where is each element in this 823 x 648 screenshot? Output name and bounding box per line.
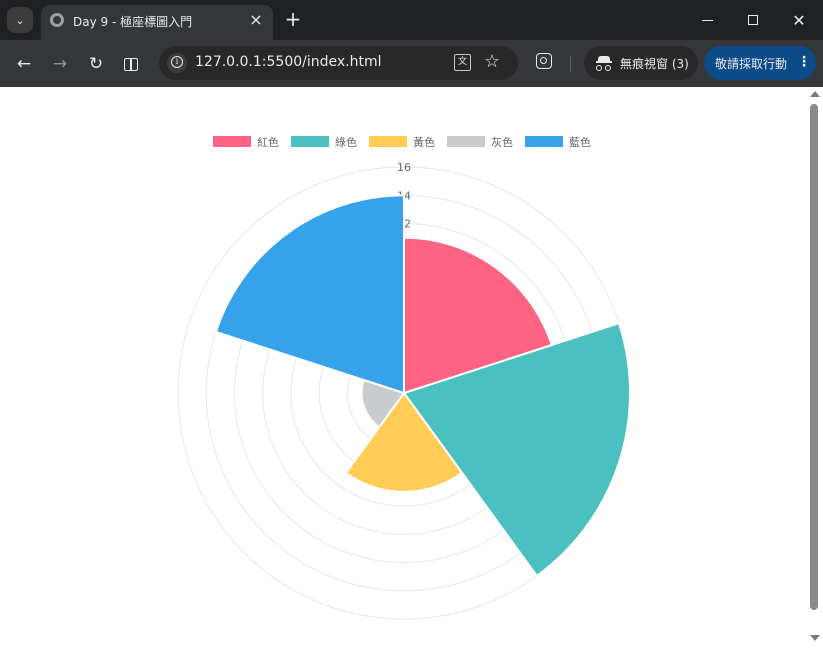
action-label: 敬請採取行動	[715, 57, 788, 71]
legend-label-3[interactable]: 黃色	[413, 135, 435, 149]
site-info-icon[interactable]: i	[167, 53, 187, 73]
scroll-up-arrow-icon[interactable]	[810, 91, 820, 97]
new-tab-button[interactable]: +	[282, 9, 304, 31]
close-tab-icon[interactable]: ×	[247, 11, 265, 29]
browser-toolbar: ← → ↻ i 127.0.0.1:5500/index.html 文 ☆ 無痕…	[0, 40, 823, 87]
maximize-button[interactable]	[730, 5, 776, 35]
action-button[interactable]: 敬請採取行動 ⋮	[704, 46, 816, 80]
split-view-icon	[124, 58, 138, 71]
incognito-indicator[interactable]: 無痕視窗 (3)	[584, 46, 698, 80]
bookmark-star-icon[interactable]: ☆	[484, 51, 500, 72]
legend-label-2[interactable]: 綠色	[335, 135, 357, 149]
incognito-label: 無痕視窗 (3)	[620, 57, 689, 71]
active-tab[interactable]: Day 9 - 極座標圖入門 ×	[41, 5, 273, 40]
legend-label-4[interactable]: 灰色	[491, 135, 513, 149]
reload-button[interactable]: ↻	[83, 51, 109, 77]
tab-title: Day 9 - 極座標圖入門	[73, 15, 193, 29]
page-content: 246810121416紅色綠色黃色灰色藍色	[0, 87, 823, 648]
menu-dots-icon[interactable]: ⋮	[797, 54, 811, 70]
legend-swatch-2[interactable]	[291, 136, 329, 147]
lens-icon[interactable]	[536, 53, 552, 69]
vertical-scrollbar[interactable]	[806, 87, 823, 648]
globe-icon	[50, 13, 64, 27]
scroll-down-arrow-icon[interactable]	[810, 635, 820, 641]
maximize-icon	[748, 15, 758, 25]
legend-swatch-5[interactable]	[525, 136, 563, 147]
tab-strip: ⌄ Day 9 - 極座標圖入門 × + ✕	[0, 0, 823, 40]
forward-button[interactable]: →	[47, 51, 73, 77]
scrollbar-thumb[interactable]	[810, 104, 818, 610]
back-button[interactable]: ←	[11, 51, 37, 77]
tab-search-button[interactable]: ⌄	[7, 7, 33, 33]
polar-sector-overlay-5	[214, 194, 405, 395]
incognito-icon	[596, 55, 612, 71]
close-window-button[interactable]: ✕	[776, 5, 822, 35]
polar-area-chart: 246810121416紅色綠色黃色灰色藍色	[177, 135, 631, 620]
url-text[interactable]: 127.0.0.1:5500/index.html	[195, 54, 382, 70]
toolbar-divider	[570, 56, 571, 72]
minimize-button[interactable]	[684, 5, 730, 35]
legend-swatch-1[interactable]	[213, 136, 251, 147]
legend-swatch-3[interactable]	[369, 136, 407, 147]
browser-window: ⌄ Day 9 - 極座標圖入門 × + ✕ ← → ↻ i 127.0.0.1…	[0, 0, 823, 648]
legend-label-5[interactable]: 藍色	[569, 135, 591, 149]
legend-label-1[interactable]: 紅色	[257, 135, 279, 149]
minimize-icon	[701, 19, 713, 21]
address-bar[interactable]: i 127.0.0.1:5500/index.html 文 ☆	[159, 46, 518, 80]
split-view-button[interactable]	[118, 51, 144, 77]
translate-icon[interactable]: 文	[454, 54, 471, 71]
radial-tick-label: 16	[397, 161, 411, 174]
legend-swatch-4[interactable]	[447, 136, 485, 147]
